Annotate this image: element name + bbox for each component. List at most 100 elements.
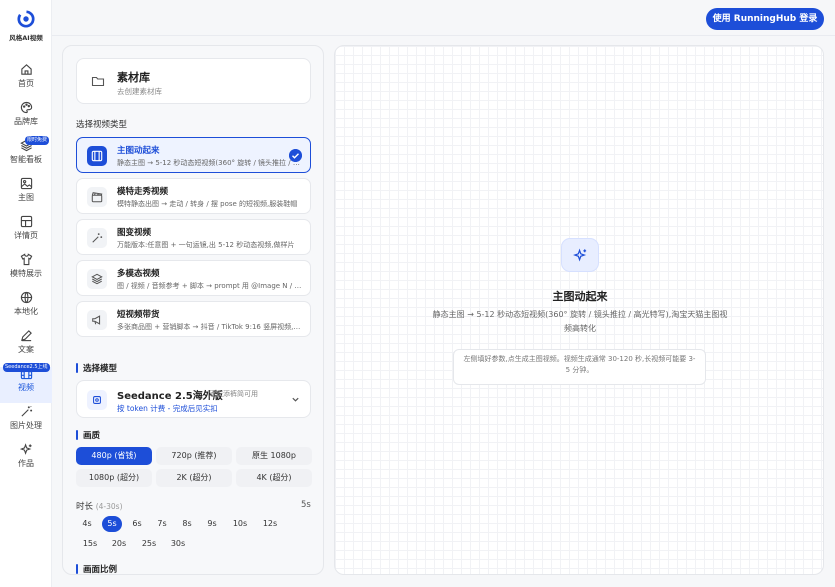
video-type-icon-box bbox=[87, 228, 107, 248]
video-type-option[interactable]: 主图动起来 静态主图 → 5-12 秒动态短视频(360° 旋转 / 镜头推拉 … bbox=[76, 137, 311, 173]
sidebar-item-image-processing[interactable]: 图片处理 bbox=[0, 405, 52, 441]
library-subtitle: 去创建素材库 bbox=[117, 87, 162, 96]
video-type-icon-box bbox=[87, 187, 107, 207]
login-button[interactable]: 使用 RunningHub 登录 bbox=[706, 8, 824, 30]
magic-icon bbox=[92, 233, 103, 243]
video-type-title: 多模态视频 bbox=[117, 269, 160, 279]
video-type-desc: 万能版本:任意图 + 一句运镜,出 5-12 秒动态视频,做样片 bbox=[117, 241, 295, 249]
stack-icon bbox=[91, 273, 103, 285]
wand-icon bbox=[20, 405, 32, 417]
quality-option[interactable]: 1080p (超分) bbox=[76, 469, 152, 487]
duration-option[interactable]: 12s bbox=[258, 516, 282, 532]
duration-option[interactable]: 7s bbox=[152, 516, 172, 532]
sidebar-item-label: 品牌库 bbox=[14, 117, 38, 126]
sidebar-item-localization[interactable]: 本地化 bbox=[0, 291, 52, 327]
duration-option[interactable]: 9s bbox=[202, 516, 222, 532]
folder-icon bbox=[91, 76, 105, 87]
duration-option[interactable]: 10s bbox=[228, 516, 252, 532]
quality-option[interactable]: 2K (超分) bbox=[156, 469, 232, 487]
video-type-option[interactable]: 图变视频 万能版本:任意图 + 一句运镜,出 5-12 秒动态视频,做样片 bbox=[76, 219, 311, 255]
image-icon bbox=[20, 177, 32, 190]
duration-range: (4-30s) bbox=[95, 502, 123, 511]
layout-icon bbox=[20, 215, 32, 228]
sidebar-item-works[interactable]: 作品 bbox=[0, 443, 52, 479]
sidebar-item-main-image[interactable]: 主图 bbox=[0, 177, 52, 213]
sidebar-item-label: 详情页 bbox=[14, 231, 38, 240]
video-type-heading: 选择视频类型 bbox=[76, 120, 128, 130]
shirt-icon bbox=[20, 253, 32, 266]
sidebar-item-label: 主图 bbox=[18, 193, 34, 202]
sidebar-item-model-show[interactable]: 模特展示 bbox=[0, 253, 52, 289]
quality-option[interactable]: 4K (超分) bbox=[236, 469, 312, 487]
pen-icon bbox=[20, 330, 32, 342]
duration-option[interactable]: 5s bbox=[102, 516, 122, 532]
chip-icon bbox=[93, 396, 101, 404]
quality-option[interactable]: 720p (推荐) bbox=[156, 447, 232, 465]
duration-label: 时长 (4-30s) bbox=[76, 500, 123, 512]
sidebar-item-label: 作品 bbox=[18, 459, 34, 468]
aspect-ratio-heading: 画面比例 bbox=[76, 563, 117, 574]
quality-option[interactable]: 480p (省钱) bbox=[76, 447, 152, 465]
check-icon bbox=[289, 149, 302, 162]
video-type-title: 图变视频 bbox=[117, 228, 152, 238]
duration-value: 5s bbox=[301, 500, 311, 510]
sidebar-item-label: 智能看板 bbox=[10, 155, 42, 164]
sidebar-item-brand-library[interactable]: 品牌库 bbox=[0, 101, 52, 137]
video-type-title: 主图动起来 bbox=[117, 146, 160, 156]
app-logo[interactable]: 风格AI视频 bbox=[0, 10, 52, 42]
logo-icon bbox=[17, 10, 35, 28]
duration-option[interactable]: 8s bbox=[177, 516, 197, 532]
quality-option[interactable]: 原生 1080p bbox=[236, 447, 312, 465]
duration-option[interactable]: 4s bbox=[77, 516, 97, 532]
model-subtitle: 添衣添裤简可用 bbox=[209, 390, 258, 398]
globe-icon bbox=[20, 291, 32, 304]
video-type-desc: 模特静态出图 → 走动 / 转身 / 摆 pose 的短视频,服装鞋帽 bbox=[117, 200, 298, 208]
video-type-option[interactable]: 多模态视频 图 / 视频 / 音频参考 + 脚本 → prompt 用 @Ima… bbox=[76, 260, 311, 296]
sidebar-item-copywriting[interactable]: 文案 bbox=[0, 329, 52, 365]
video-type-desc: 静态主图 → 5-12 秒动态短视频(360° 旋转 / 镜头推拉 / 高光特写… bbox=[117, 159, 303, 167]
video-type-option[interactable]: 模特走秀视频 模特静态出图 → 走动 / 转身 / 摆 pose 的短视频,服装… bbox=[76, 178, 311, 214]
model-pricing: 按 token 计费 - 完成后见实扣 bbox=[117, 404, 218, 413]
sidebar-item-label: 图片处理 bbox=[10, 421, 42, 430]
video-type-desc: 图 / 视频 / 音频参考 + 脚本 → prompt 用 @Image N /… bbox=[117, 282, 303, 290]
video-type-option[interactable]: 短视频带货 多张商品图 + 营销脚本 → 抖音 / TikTok 9:16 竖屏… bbox=[76, 301, 311, 337]
sidebar-item-home[interactable]: 首页 bbox=[0, 63, 52, 99]
preview-panel: 主图动起来 静态主图 → 5-12 秒动态短视频(360° 旋转 / 镜头推拉 … bbox=[334, 45, 824, 575]
duration-option[interactable]: 30s bbox=[166, 536, 190, 552]
duration-option[interactable]: 25s bbox=[137, 536, 161, 552]
sidebar-item-video[interactable]: 视频 bbox=[0, 367, 52, 403]
duration-option[interactable]: 20s bbox=[107, 536, 131, 552]
duration-option[interactable]: 15s bbox=[78, 536, 102, 552]
quality-heading: 画质 bbox=[76, 429, 100, 441]
duration-title: 时长 bbox=[76, 502, 94, 512]
sidebar-item-label: 模特展示 bbox=[10, 269, 42, 278]
material-library-card[interactable]: 素材库 去创建素材库 bbox=[76, 58, 311, 104]
model-heading: 选择模型 bbox=[76, 362, 117, 374]
preview-title: 主图动起来 bbox=[552, 290, 608, 303]
preview-icon-box bbox=[561, 238, 599, 272]
sidebar-item-label: 文案 bbox=[18, 345, 34, 354]
new-release-badge: Seedance2.5上线 bbox=[3, 363, 50, 372]
palette-icon bbox=[20, 101, 32, 114]
video-type-title: 模特走秀视频 bbox=[117, 187, 169, 197]
clapperboard-icon bbox=[91, 192, 103, 203]
video-type-desc: 多张商品图 + 营销脚本 → 抖音 / TikTok 9:16 竖屏视频,投流 bbox=[117, 323, 303, 331]
video-type-title: 短视频带货 bbox=[117, 310, 160, 320]
duration-option[interactable]: 6s bbox=[127, 516, 147, 532]
sidebar-item-label: 视频 bbox=[18, 383, 34, 392]
megaphone-icon bbox=[92, 315, 101, 325]
sidebar: 风格AI视频 首页 品牌库 智能看板 限时免费 主图 详情页 模特展示 本地化 … bbox=[0, 0, 52, 587]
film-icon bbox=[91, 150, 103, 162]
sidebar-item-detail-page[interactable]: 详情页 bbox=[0, 215, 52, 251]
sidebar-item-label: 首页 bbox=[18, 79, 34, 88]
video-type-icon-box bbox=[87, 269, 107, 289]
preview-description: 静态主图 → 5-12 秒动态短视频(360° 旋转 / 镜头推拉 / 高光特写… bbox=[432, 310, 728, 333]
sidebar-item-label: 本地化 bbox=[14, 307, 38, 316]
header-divider bbox=[52, 35, 835, 36]
app-name: 风格AI视频 bbox=[9, 34, 43, 42]
chevron-down-icon bbox=[292, 397, 299, 402]
video-type-icon-box bbox=[87, 310, 107, 330]
settings-panel: 素材库 去创建素材库 选择视频类型 主图动起来 静态主图 → 5-12 秒动态短… bbox=[62, 45, 324, 575]
free-badge: 限时免费 bbox=[25, 136, 50, 145]
model-select[interactable]: Seedance 2.5海外版 添衣添裤简可用 按 token 计费 - 完成后… bbox=[76, 380, 311, 418]
